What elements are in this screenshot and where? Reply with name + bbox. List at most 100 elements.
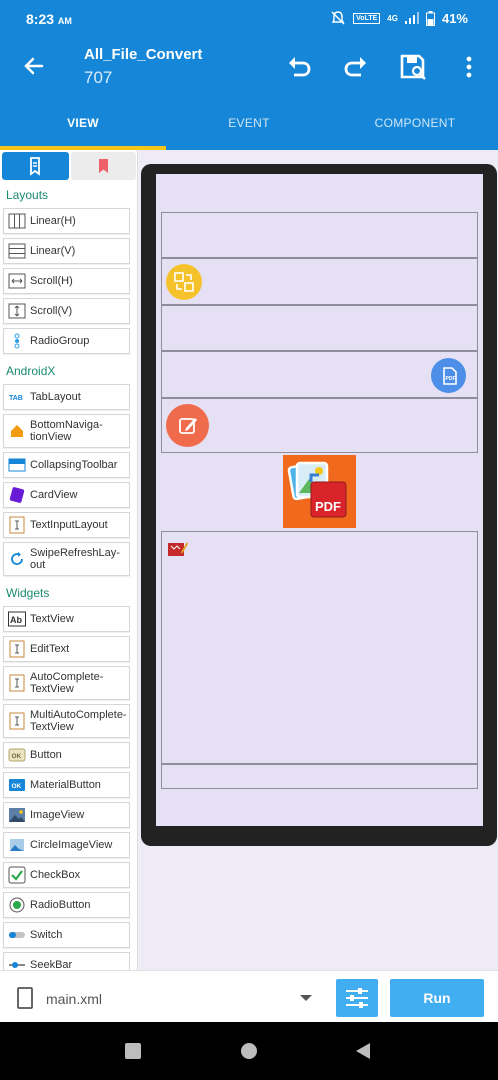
- svg-text:TAB: TAB: [9, 395, 23, 402]
- palette-item-linear-v[interactable]: Linear(V): [3, 238, 130, 264]
- tab-icon: TAB: [8, 388, 26, 406]
- palette-item-multiautocomplete[interactable]: MultiAutoComplete-TextView: [3, 704, 130, 738]
- palette-item-label: CheckBox: [30, 869, 81, 881]
- palette-item-label: SwipeRefreshLay-out: [30, 547, 120, 571]
- autocomplete-icon: [8, 674, 26, 692]
- palette-item-label: SeekBar: [30, 959, 73, 970]
- section-androidx: AndroidX: [6, 364, 56, 378]
- palette-item-textinputlayout[interactable]: TextInputLayout: [3, 512, 130, 538]
- edit-icon[interactable]: [166, 404, 209, 447]
- palette-item-label: TextView: [30, 613, 74, 625]
- palette-item-radiobutton[interactable]: RadioButton: [3, 892, 130, 918]
- palette-item-materialbutton[interactable]: OK MaterialButton: [3, 772, 130, 798]
- section-layouts: Layouts: [6, 188, 49, 202]
- pdf-file-icon[interactable]: PDF: [431, 358, 466, 393]
- project-id: 707: [84, 68, 113, 87]
- system-nav-bar: [0, 1022, 498, 1080]
- dropdown-arrow-icon[interactable]: [298, 993, 314, 1003]
- palette-item-label: Scroll(H): [30, 275, 73, 287]
- tab-view[interactable]: VIEW: [0, 102, 166, 150]
- svg-text:OK: OK: [12, 753, 22, 760]
- multiautocomplete-icon: [8, 712, 26, 730]
- palette-item-autocomplete[interactable]: AutoComplete-TextView: [3, 666, 130, 700]
- palette-item-collapsingtoolbar[interactable]: CollapsingToolbar: [3, 452, 130, 478]
- palette-item-label: TabLayout: [30, 391, 81, 403]
- palette-item-button[interactable]: OK Button: [3, 742, 130, 768]
- palette-item-label: CollapsingToolbar: [30, 459, 118, 471]
- image-icon: [8, 806, 26, 824]
- layout-container[interactable]: [161, 531, 478, 764]
- palette-item-swiperefresh[interactable]: SwipeRefreshLay-out: [3, 542, 130, 576]
- palette-item-textview[interactable]: Ab TextView: [3, 606, 130, 632]
- run-button[interactable]: Run: [390, 979, 484, 1017]
- palette-item-bottomnavigation[interactable]: BottomNaviga-tionView: [3, 414, 130, 448]
- back-arrow-icon[interactable]: [20, 52, 48, 80]
- palette-tab-widgets[interactable]: [2, 152, 69, 180]
- section-widgets: Widgets: [6, 586, 50, 600]
- settings-button[interactable]: [336, 979, 378, 1017]
- layout-row-2[interactable]: [161, 258, 478, 305]
- signal-icon: [404, 12, 419, 24]
- tab-event[interactable]: EVENT: [166, 102, 332, 150]
- seekbar-icon: [8, 956, 26, 970]
- convert-icon[interactable]: [166, 264, 202, 300]
- app-logo-image: PDF: [283, 455, 356, 528]
- palette-item-tablayout[interactable]: TAB TabLayout: [3, 384, 130, 410]
- back-button-icon[interactable]: [354, 1042, 372, 1060]
- save-icon[interactable]: [398, 52, 428, 82]
- more-options-icon[interactable]: [455, 52, 483, 82]
- layout-row-1[interactable]: [161, 212, 478, 258]
- palette-item-label: TextInputLayout: [30, 519, 108, 531]
- palette-item-radiogroup[interactable]: RadioGroup: [3, 328, 130, 354]
- bookmark-icon: [99, 159, 108, 173]
- home-icon: [8, 422, 26, 440]
- palette-item-circleimageview[interactable]: CircleImageView: [3, 832, 130, 858]
- palette-item-label: ImageView: [30, 809, 85, 821]
- palette-tab-bookmarks[interactable]: [71, 152, 136, 180]
- palette-item-label: Switch: [30, 929, 63, 941]
- scroll-vertical-icon: [8, 302, 26, 320]
- palette-item-label: Linear(V): [30, 245, 76, 257]
- palette-item-cardview[interactable]: CardView: [3, 482, 130, 508]
- undo-icon[interactable]: [284, 52, 314, 82]
- palette-item-imageview[interactable]: ImageView: [3, 802, 130, 828]
- volte-badge: VoLTE: [353, 12, 381, 24]
- widget-palette: Layouts Linear(H) Linear(V) Scroll(H) Sc…: [0, 150, 138, 970]
- palette-item-scroll-h[interactable]: Scroll(H): [3, 268, 130, 294]
- button-icon: OK: [8, 746, 26, 764]
- pdf-mini-label: PDF: [445, 376, 455, 382]
- signal-label: 4G: [387, 13, 398, 23]
- palette-item-label: BottomNaviga-tionView: [30, 419, 103, 443]
- textview-icon: Ab: [8, 610, 26, 628]
- broken-image-icon: [167, 540, 189, 558]
- switch-icon: [8, 926, 26, 944]
- palette-item-checkbox[interactable]: CheckBox: [3, 862, 130, 888]
- layout-row-bottom[interactable]: [161, 764, 478, 789]
- home-button-icon[interactable]: [240, 1042, 258, 1060]
- palette-item-label: Linear(H): [30, 215, 76, 227]
- palette-item-scroll-v[interactable]: Scroll(V): [3, 298, 130, 324]
- palette-item-label: EditText: [30, 643, 70, 655]
- battery-percent: 41%: [441, 10, 468, 26]
- tune-icon: [346, 988, 368, 1008]
- status-time: 8:23 AM: [26, 11, 72, 27]
- palette-item-label: RadioGroup: [30, 335, 90, 347]
- palette-item-switch[interactable]: Switch: [3, 922, 130, 948]
- project-title: All_File_Convert: [84, 46, 203, 63]
- redo-icon[interactable]: [341, 52, 371, 82]
- current-file-name[interactable]: main.xml: [46, 991, 102, 1007]
- radio-button-icon: [8, 896, 26, 914]
- text-input-icon: [8, 516, 26, 534]
- scroll-horizontal-icon: [8, 272, 26, 290]
- recents-icon[interactable]: [124, 1042, 142, 1060]
- palette-item-linear-h[interactable]: Linear(H): [3, 208, 130, 234]
- linear-vertical-icon: [8, 242, 26, 260]
- palette-item-label: MaterialButton: [30, 779, 101, 791]
- tab-component[interactable]: COMPONENT: [332, 102, 498, 150]
- palette-item-edittext[interactable]: EditText: [3, 636, 130, 662]
- editor-tabs: VIEW EVENT COMPONENT: [0, 102, 498, 150]
- palette-item-seekbar[interactable]: SeekBar: [3, 952, 130, 970]
- layout-row-3[interactable]: [161, 305, 478, 351]
- palette-item-label: AutoComplete-TextView: [30, 671, 104, 695]
- battery-icon: [425, 10, 435, 26]
